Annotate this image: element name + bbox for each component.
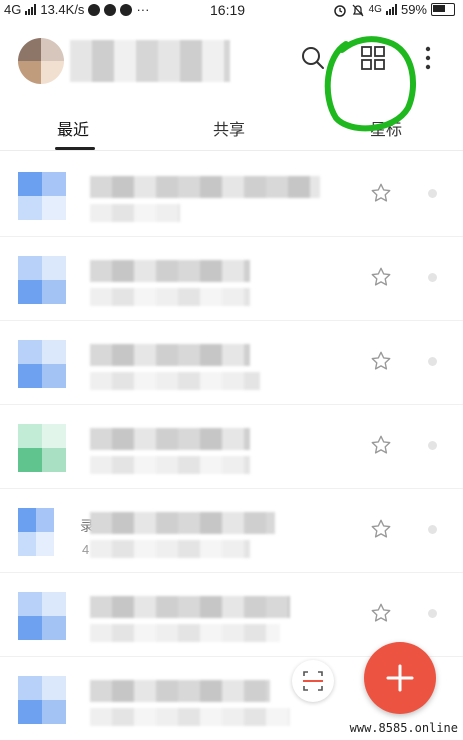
file-meta-pixelated (90, 708, 290, 726)
document-icon (18, 340, 66, 388)
list-item[interactable] (0, 152, 463, 237)
list-item[interactable]: 录 4 (0, 488, 463, 573)
overflow-dots-icon: ··· (136, 2, 150, 17)
scan-icon (303, 671, 323, 691)
network-right-label: 4G (368, 4, 382, 15)
app-notification-icon (88, 3, 101, 16)
star-icon[interactable] (370, 434, 392, 456)
tab-indicator (55, 147, 95, 150)
mute-bell-icon (352, 4, 364, 16)
file-name-pixelated (90, 176, 320, 198)
list-item[interactable] (0, 320, 463, 405)
battery-percent: 59% (400, 2, 427, 17)
tab-shared[interactable]: 共享 (213, 116, 245, 140)
more-dot[interactable] (428, 189, 437, 198)
account-name-pixelated (70, 40, 230, 82)
file-name-pixelated (90, 428, 250, 450)
file-meta-partial: 4 (82, 542, 90, 557)
star-icon[interactable] (370, 266, 392, 288)
star-icon[interactable] (370, 350, 392, 372)
network-label: 4G (4, 2, 22, 17)
grid-view-icon[interactable] (360, 45, 386, 71)
signal-icon (25, 4, 37, 15)
more-dot[interactable] (428, 441, 437, 450)
avatar[interactable] (18, 38, 64, 84)
file-meta-pixelated (90, 456, 250, 474)
tab-starred[interactable]: 星标 (370, 116, 402, 140)
more-dot[interactable] (428, 609, 437, 618)
file-name-pixelated (90, 260, 250, 282)
chat-notification-icon (104, 3, 117, 16)
status-left: 4G 13.4K/s ··· (4, 2, 149, 17)
list-item[interactable] (0, 404, 463, 489)
star-icon[interactable] (370, 518, 392, 540)
app-header (0, 30, 463, 90)
status-bar: 4G 13.4K/s ··· 16:19 4G 59% (0, 0, 463, 22)
battery-icon (431, 3, 455, 16)
file-name-pixelated (90, 596, 290, 618)
status-right: 4G 59% (333, 2, 455, 17)
plus-icon (386, 664, 414, 692)
scan-button[interactable] (292, 660, 334, 702)
search-icon[interactable] (300, 45, 326, 71)
message-notification-icon (120, 3, 133, 16)
document-icon (18, 508, 54, 556)
spreadsheet-icon (18, 424, 66, 472)
document-icon (18, 172, 66, 220)
signal-right-icon (385, 4, 397, 15)
tab-recent[interactable]: 最近 (57, 116, 89, 140)
create-new-button[interactable] (364, 642, 436, 714)
clock: 16:19 (210, 2, 246, 18)
list-item[interactable] (0, 236, 463, 321)
file-name-pixelated (90, 680, 270, 702)
more-dot[interactable] (428, 273, 437, 282)
file-name-pixelated (90, 512, 275, 534)
file-name-pixelated (90, 344, 250, 366)
file-meta-pixelated (90, 372, 260, 390)
star-icon[interactable] (370, 602, 392, 624)
file-meta-pixelated (90, 204, 180, 222)
network-speed: 13.4K/s (40, 2, 85, 17)
more-dot[interactable] (428, 525, 437, 534)
watermark: www.8585.online (346, 720, 461, 736)
tab-bar: 最近 共享 星标 (0, 100, 463, 151)
document-icon (18, 676, 66, 724)
more-icon[interactable] (418, 44, 438, 72)
file-meta-pixelated (90, 540, 250, 558)
alarm-icon (333, 4, 346, 17)
star-icon[interactable] (370, 182, 392, 204)
document-icon (18, 256, 66, 304)
document-icon (18, 592, 66, 640)
file-meta-pixelated (90, 288, 250, 306)
file-meta-pixelated (90, 624, 280, 642)
more-dot[interactable] (428, 357, 437, 366)
